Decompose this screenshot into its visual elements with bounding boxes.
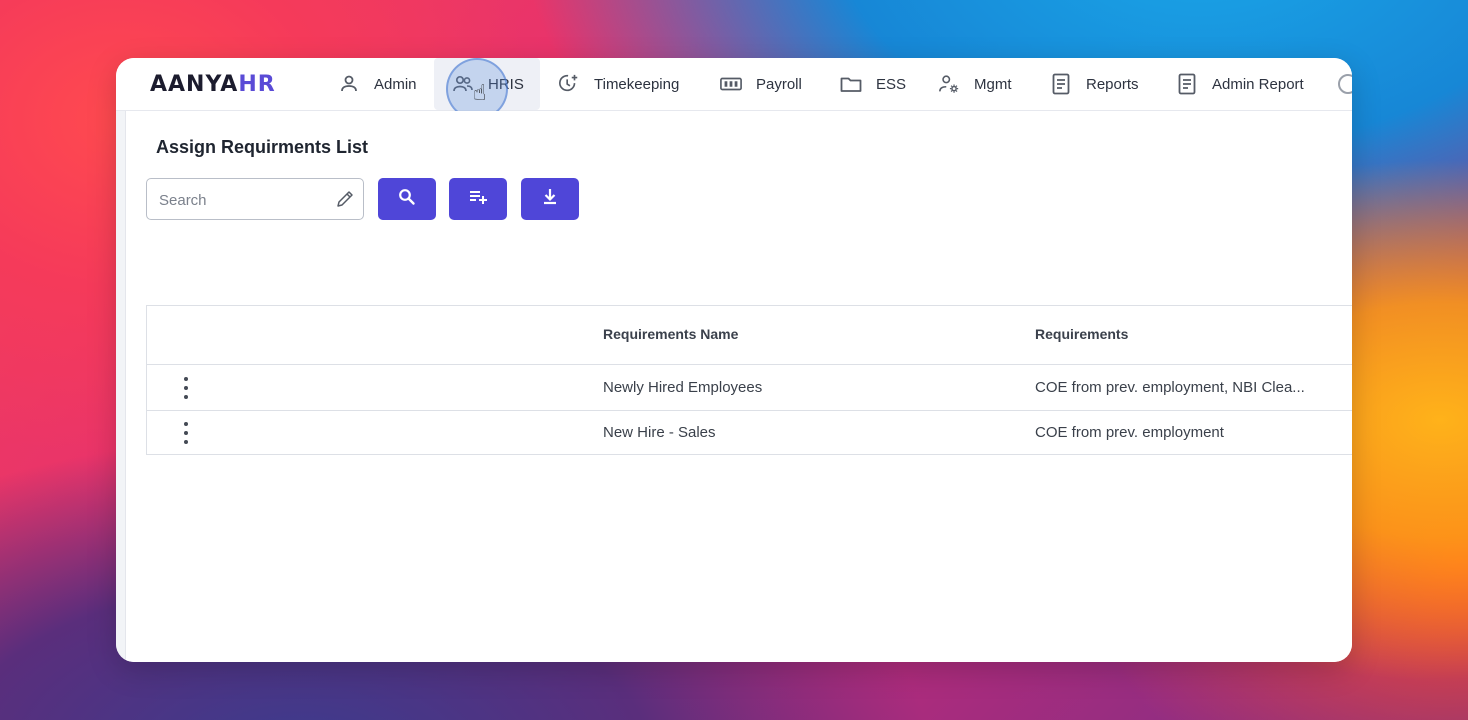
add-button[interactable] — [449, 178, 507, 220]
main-content: Assign Requirments List Search Requireme… — [126, 111, 1352, 662]
download-icon — [541, 187, 559, 212]
nav-item-label: Mgmt — [974, 75, 1012, 93]
requirements-table: Requirements Name Requirements Newly Hir… — [146, 305, 1352, 455]
nav-item-label: Admin Report — [1212, 75, 1304, 93]
requirements-cell: COE from prev. employment, NBI Clea... — [1035, 379, 1305, 396]
requirements-name-cell: Newly Hired Employees — [603, 379, 763, 396]
search-icon — [398, 188, 416, 211]
pencil-icon — [335, 189, 355, 209]
nav-item-label: Reports — [1086, 75, 1139, 93]
table-row[interactable]: Newly Hired Employees COE from prev. emp… — [147, 365, 1352, 411]
cash-icon — [720, 73, 742, 95]
person-icon — [338, 73, 360, 95]
nav-item-timekeeping[interactable]: Timekeeping — [558, 58, 679, 110]
document-icon — [1050, 73, 1072, 95]
search-input[interactable] — [157, 188, 326, 212]
user-gear-icon — [938, 73, 960, 95]
nav-item-label: ESS — [876, 75, 907, 93]
nav-overflow-icon[interactable] — [1338, 74, 1352, 94]
document-icon — [1176, 73, 1198, 95]
logo-main-text: AANYA — [150, 72, 239, 97]
nav-item-reports[interactable]: Reports — [1050, 58, 1139, 110]
search-field[interactable] — [146, 178, 364, 220]
nav-item-payroll[interactable]: Payroll — [720, 58, 802, 110]
requirements-cell: COE from prev. employment — [1035, 424, 1224, 441]
row-menu-icon[interactable] — [181, 422, 191, 444]
page-title: Assign Requirments List — [156, 137, 369, 157]
folder-icon — [840, 73, 862, 95]
nav-item-mgmt[interactable]: Mgmt — [938, 58, 1012, 110]
row-menu-icon[interactable] — [181, 377, 191, 399]
download-button[interactable] — [521, 178, 579, 220]
pointer-hand-icon: ☝ — [473, 80, 487, 105]
search-button[interactable] — [378, 178, 436, 220]
nav-item-label: Timekeeping — [594, 75, 680, 93]
table-header: Requirements Name Requirements — [147, 306, 1352, 365]
clock-plus-icon — [558, 73, 580, 95]
requirements-name-cell: New Hire - Sales — [603, 424, 716, 441]
nav-item-label: Admin — [374, 75, 417, 93]
top-navigation: AANYAHR Admin HRIS Timekeeping Payroll E… — [116, 58, 1352, 120]
playlist-add-icon — [468, 188, 488, 211]
desktop-background: AANYAHR Admin HRIS Timekeeping Payroll E… — [0, 0, 1468, 720]
logo-accent-text: HR — [238, 72, 276, 97]
nav-item-admin-report[interactable]: Admin Report — [1176, 58, 1304, 110]
nav-item-admin[interactable]: Admin — [338, 58, 417, 110]
column-header-requirements-name[interactable]: Requirements Name — [603, 326, 738, 342]
app-window: AANYAHR Admin HRIS Timekeeping Payroll E… — [116, 58, 1352, 662]
left-rail — [116, 111, 126, 662]
app-logo[interactable]: AANYAHR — [150, 72, 276, 98]
column-header-requirements[interactable]: Requirements — [1035, 326, 1128, 342]
nav-item-ess[interactable]: ESS — [840, 58, 906, 110]
table-row[interactable]: New Hire - Sales COE from prev. employme… — [147, 410, 1352, 455]
nav-item-label: Payroll — [756, 75, 802, 93]
